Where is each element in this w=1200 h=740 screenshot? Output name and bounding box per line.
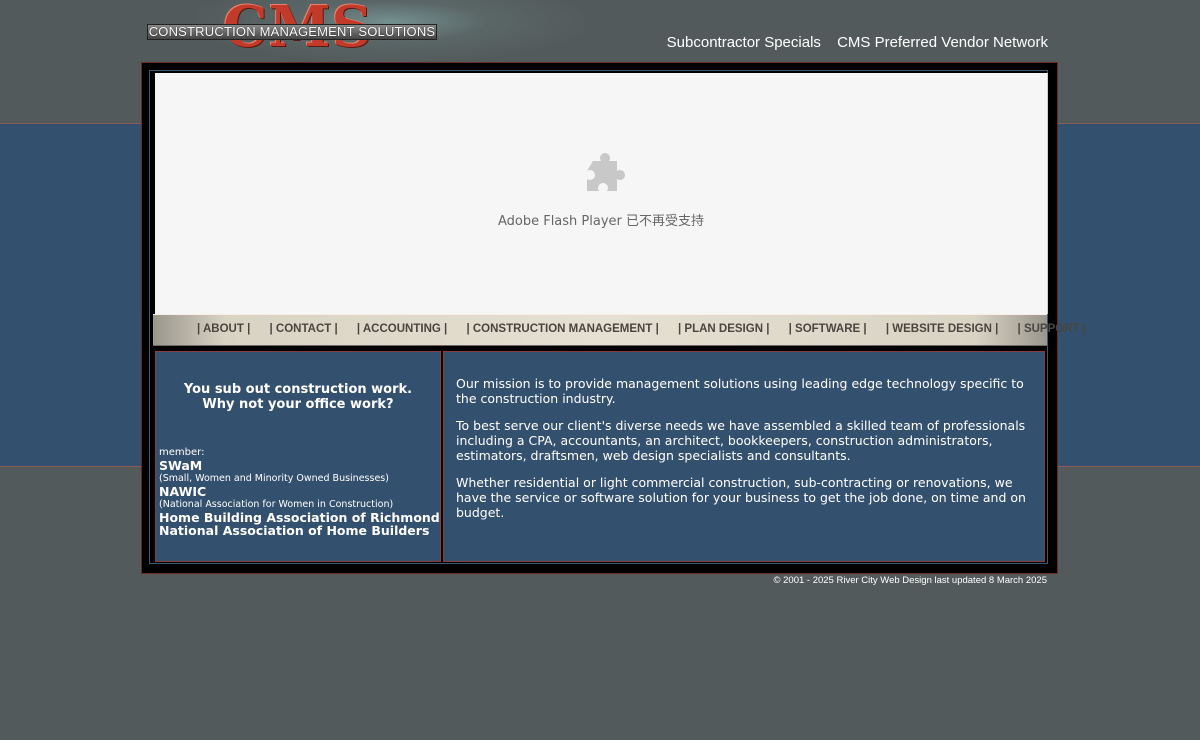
slogan-line-1: You sub out construction work. (183, 382, 413, 397)
mission-paragraph: Whether residential or light commercial … (456, 475, 1026, 520)
nav-contact[interactable]: | CONTACT | (270, 323, 338, 335)
nav-plan-design[interactable]: | PLAN DESIGN | (678, 323, 769, 335)
mission-panel: Our mission is to provide management sol… (443, 351, 1045, 562)
preferred-vendor-network-link[interactable]: CMS Preferred Vendor Network (837, 34, 1048, 51)
top-links: Subcontractor Specials CMS Preferred Ven… (655, 34, 1048, 51)
puzzle-piece-icon (587, 153, 625, 191)
nav-software[interactable]: | SOFTWARE | (789, 323, 867, 335)
membership-panel: You sub out construction work. Why not y… (155, 351, 441, 562)
nav-support[interactable]: | SUPPORT | (1018, 323, 1086, 335)
subcontractor-specials-link[interactable]: Subcontractor Specials (667, 34, 821, 51)
nav-website-design[interactable]: | WEBSITE DESIGN | (886, 323, 999, 335)
member-name: SWaM (159, 458, 203, 473)
mission-paragraph: To best serve our client's diverse needs… (456, 418, 1026, 463)
mission-text: Our mission is to provide management sol… (456, 376, 1034, 532)
member-list: member: SWaM (Small, Women and Minority … (159, 446, 440, 537)
nav-accounting[interactable]: | ACCOUNTING | (357, 323, 447, 335)
flash-unsupported-message: Adobe Flash Player 已不再受支持 (497, 214, 705, 229)
nav-about[interactable]: | ABOUT | (197, 323, 250, 335)
member-name: NAWIC (159, 484, 207, 499)
footer-copyright: © 2001 - 2025 River City Web Design last… (773, 575, 1047, 586)
slogan: You sub out construction work. Why not y… (156, 382, 440, 412)
main-nav: | ABOUT | | CONTACT | | ACCOUNTING | | C… (153, 314, 1086, 346)
logo-subtitle: CONSTRUCTION MANAGEMENT SOLUTIONS (147, 24, 437, 40)
nav-construction-management[interactable]: | CONSTRUCTION MANAGEMENT | (466, 323, 658, 335)
flash-placeholder[interactable]: Adobe Flash Player 已不再受支持 (155, 73, 1048, 314)
slogan-line-2: Why not your office work? (202, 397, 394, 412)
mission-paragraph: Our mission is to provide management sol… (456, 376, 1024, 406)
main-frame: Adobe Flash Player 已不再受支持 | ABOUT | | CO… (141, 62, 1086, 574)
member-name: National Association of Home Builders (159, 523, 430, 538)
